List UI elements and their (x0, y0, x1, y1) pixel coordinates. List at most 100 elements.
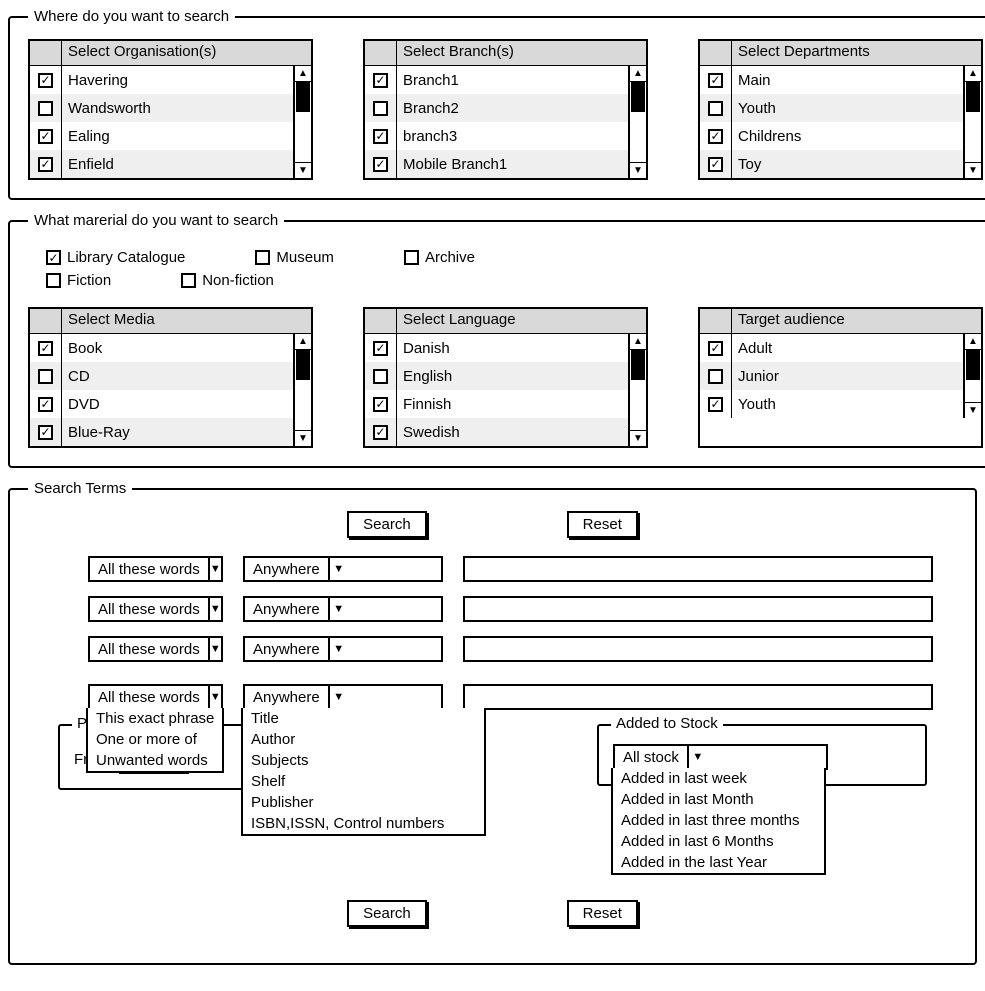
checkbox[interactable] (404, 250, 419, 265)
media-listbox[interactable]: Select Media BookCDDVDBlue-Ray ▲ ▼ (28, 307, 313, 448)
dropdown-option[interactable]: One or more of (88, 729, 222, 750)
scroll-down-icon[interactable]: ▼ (295, 162, 311, 178)
term-input[interactable] (463, 636, 933, 662)
mode-select[interactable]: All these words ▼ (88, 684, 223, 710)
dropdown-option[interactable]: Subjects (243, 750, 484, 771)
dropdown-option[interactable]: Added in last 6 Months (613, 831, 824, 852)
checkbox[interactable] (708, 397, 723, 412)
checkbox[interactable] (373, 157, 388, 172)
mode-select[interactable]: All these words ▼ (88, 596, 223, 622)
dropdown-option[interactable]: Title (243, 708, 484, 729)
checkbox[interactable] (38, 369, 53, 384)
list-item[interactable]: Adult (700, 334, 963, 362)
branch-listbox[interactable]: Select Branch(s) Branch1Branch2branch3Mo… (363, 39, 648, 180)
scrollbar[interactable]: ▲ ▼ (293, 334, 311, 446)
scroll-up-icon[interactable]: ▲ (965, 66, 981, 82)
list-item[interactable]: Mobile Branch1 (365, 150, 628, 178)
list-item[interactable]: Junior (700, 362, 963, 390)
dropdown-option[interactable]: Added in last Month (613, 789, 824, 810)
list-item[interactable]: Youth (700, 390, 963, 418)
checkbox[interactable] (373, 369, 388, 384)
checkbox[interactable] (708, 157, 723, 172)
field-select[interactable]: Anywhere ▼ (243, 556, 443, 582)
checkbox[interactable] (38, 129, 53, 144)
checkbox-option[interactable]: Fiction (46, 272, 111, 289)
list-item[interactable]: Book (30, 334, 293, 362)
checkbox-option[interactable]: Archive (404, 249, 475, 266)
list-item[interactable]: Danish (365, 334, 628, 362)
checkbox[interactable] (38, 157, 53, 172)
list-item[interactable]: Finnish (365, 390, 628, 418)
checkbox[interactable] (708, 129, 723, 144)
checkbox[interactable] (708, 341, 723, 356)
checkbox[interactable] (38, 341, 53, 356)
checkbox[interactable] (46, 273, 61, 288)
list-item[interactable]: Wandsworth (30, 94, 293, 122)
checkbox[interactable] (38, 73, 53, 88)
list-item[interactable]: Blue-Ray (30, 418, 293, 446)
dropdown-option[interactable]: This exact phrase (88, 708, 222, 729)
scroll-down-icon[interactable]: ▼ (965, 162, 981, 178)
list-item[interactable]: DVD (30, 390, 293, 418)
term-input[interactable] (463, 596, 933, 622)
mode-select[interactable]: All these words ▼ (88, 636, 223, 662)
checkbox-option[interactable]: Non-fiction (181, 272, 274, 289)
list-item[interactable]: Youth (700, 94, 963, 122)
list-item[interactable]: Childrens (700, 122, 963, 150)
list-item[interactable]: branch3 (365, 122, 628, 150)
checkbox[interactable] (373, 341, 388, 356)
language-listbox[interactable]: Select Language DanishEnglishFinnishSwed… (363, 307, 648, 448)
dropdown-option[interactable]: Author (243, 729, 484, 750)
checkbox[interactable] (38, 397, 53, 412)
dropdown-option[interactable]: Shelf (243, 771, 484, 792)
reset-button[interactable]: Reset (567, 900, 638, 927)
department-listbox[interactable]: Select Departments MainYouthChildrensToy… (698, 39, 983, 180)
stock-dropdown[interactable]: Added in last weekAdded in last MonthAdd… (611, 768, 826, 875)
field-select[interactable]: Anywhere ▼ (243, 636, 443, 662)
checkbox[interactable] (708, 73, 723, 88)
search-button[interactable]: Search (347, 511, 427, 538)
list-item[interactable]: Swedish (365, 418, 628, 446)
checkbox[interactable] (708, 369, 723, 384)
term-input[interactable] (463, 556, 933, 582)
scroll-down-icon[interactable]: ▼ (630, 162, 646, 178)
list-item[interactable]: Ealing (30, 122, 293, 150)
field-select[interactable]: Anywhere ▼ (243, 684, 443, 710)
scrollbar[interactable]: ▲ ▼ (963, 334, 981, 418)
dropdown-option[interactable]: Added in last three months (613, 810, 824, 831)
scroll-down-icon[interactable]: ▼ (630, 430, 646, 446)
checkbox[interactable] (38, 425, 53, 440)
checkbox[interactable] (181, 273, 196, 288)
checkbox[interactable] (373, 397, 388, 412)
dropdown-option[interactable]: ISBN,ISSN, Control numbers (243, 813, 484, 834)
checkbox-option[interactable]: Library Catalogue (46, 249, 185, 266)
term-input[interactable] (463, 684, 933, 710)
field-select[interactable]: Anywhere ▼ (243, 596, 443, 622)
list-item[interactable]: English (365, 362, 628, 390)
scroll-up-icon[interactable]: ▲ (295, 66, 311, 82)
dropdown-option[interactable]: Publisher (243, 792, 484, 813)
scroll-down-icon[interactable]: ▼ (295, 430, 311, 446)
list-item[interactable]: Branch1 (365, 66, 628, 94)
dropdown-option[interactable]: Unwanted words (88, 750, 222, 771)
audience-listbox[interactable]: Target audience AdultJuniorYouth ▲ ▼ (698, 307, 983, 448)
list-item[interactable]: Main (700, 66, 963, 94)
checkbox[interactable] (255, 250, 270, 265)
checkbox[interactable] (373, 425, 388, 440)
stock-select[interactable]: All stock ▼ (613, 744, 828, 770)
dropdown-option[interactable]: Added in the last Year (613, 852, 824, 873)
scroll-up-icon[interactable]: ▲ (295, 334, 311, 350)
search-button[interactable]: Search (347, 900, 427, 927)
list-item[interactable]: Enfield (30, 150, 293, 178)
dropdown-option[interactable]: Added in last week (613, 768, 824, 789)
checkbox[interactable] (46, 250, 61, 265)
checkbox-option[interactable]: Museum (255, 249, 334, 266)
reset-button[interactable]: Reset (567, 511, 638, 538)
list-item[interactable]: CD (30, 362, 293, 390)
list-item[interactable]: Havering (30, 66, 293, 94)
scrollbar[interactable]: ▲ ▼ (628, 334, 646, 446)
scroll-down-icon[interactable]: ▼ (965, 402, 981, 418)
mode-select[interactable]: All these words ▼ (88, 556, 223, 582)
list-item[interactable]: Branch2 (365, 94, 628, 122)
checkbox[interactable] (373, 129, 388, 144)
